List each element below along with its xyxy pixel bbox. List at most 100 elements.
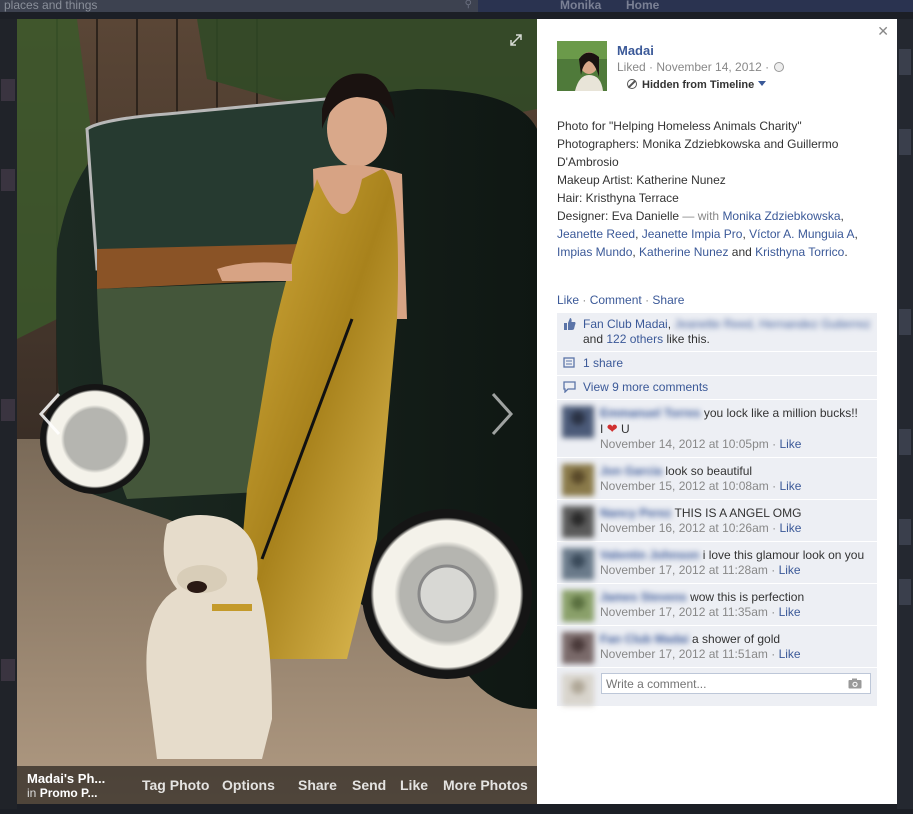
options-button[interactable]: Options [222,777,275,793]
commenter-avatar[interactable] [562,406,594,438]
send-button[interactable]: Send [352,777,386,793]
with-label: — with [682,209,720,223]
comment-like-link[interactable]: Like [779,563,801,577]
commenter-name-link[interactable]: Emmanuel Torres [600,406,700,420]
tagged-person-link[interactable]: Monika Zdziebkowska [722,209,840,223]
comment-like-link[interactable]: Like [779,521,801,535]
commenter-name-link[interactable]: Nancy Perez [600,506,671,520]
comment-text: I [600,422,604,436]
like-this-label: like this. [666,332,710,346]
hidden-from-timeline-dropdown[interactable]: Hidden from Timeline [627,79,767,91]
photo-image[interactable] [17,19,537,804]
album-name-link[interactable]: Promo P... [40,786,98,800]
next-photo-arrow-icon[interactable] [487,391,517,437]
comment-item: James Stevens wow this is perfection Nov… [557,584,877,626]
background-nav-home: Home [626,0,660,12]
view-more-comments-link[interactable]: View 9 more comments [583,380,708,394]
liker-link[interactable]: Fan Club Madai [583,317,668,331]
hidden-icon [627,79,637,89]
separator: · [771,605,776,619]
comment-text: i love this glamour look on you [702,548,865,562]
and-label: and [583,332,604,346]
camera-icon[interactable] [848,678,862,689]
post-meta-text: Liked · November 14, 2012 · [617,60,770,74]
tagged-person-link[interactable]: Kristhyna Torrico [755,245,844,259]
comment-timestamp[interactable]: November 16, 2012 at 10:26am [600,521,769,535]
background-search-text: places and things [4,0,98,12]
owner-name-link[interactable]: Madai [617,43,654,58]
separator: · [582,293,587,307]
tagged-person-link[interactable]: Jeanette Reed [557,227,635,241]
comment-like-link[interactable]: Like [779,479,801,493]
expand-icon[interactable] [509,33,523,47]
comment-like-link[interactable]: Like [779,605,801,619]
avatar[interactable] [557,41,607,91]
like-button[interactable]: Like [400,777,428,793]
like-link[interactable]: Like [557,293,579,307]
comment-like-link[interactable]: Like [779,647,801,661]
album-in-label: in [27,786,37,800]
caption-line: Designer: Eva Danielle [557,209,680,223]
comment-timestamp[interactable]: November 17, 2012 at 11:28am [600,563,768,577]
globe-icon [774,62,785,72]
comment-timestamp[interactable]: November 15, 2012 at 10:08am [600,479,769,493]
comment-like-link[interactable]: Like [779,437,801,451]
thumbs-up-icon [564,318,576,330]
commenter-avatar[interactable] [562,506,594,538]
album-owner-link[interactable]: Madai's Ph... [27,771,127,786]
commenter-name-link[interactable]: Jon Garcia [600,464,662,478]
tagged-person-link[interactable]: Impias Mundo [557,245,632,259]
separator: · [772,479,777,493]
photo-action-bar: Madai's Ph... in Promo P... Tag Photo Op… [17,766,537,804]
album-info: Madai's Ph... in Promo P... [27,771,127,801]
tagged-person-link[interactable]: Jeanette Impia Pro [642,227,743,241]
commenter-avatar[interactable] [562,632,594,664]
share-icon [563,357,575,368]
comment-timestamp[interactable]: November 14, 2012 at 10:05pm [600,437,769,451]
commenter-name-link[interactable]: Fan Club Madai [600,632,689,646]
and-label: and [731,245,752,259]
shares-link[interactable]: 1 share [583,356,623,370]
separator: · [771,647,776,661]
comment-timestamp[interactable]: November 17, 2012 at 11:51am [600,647,768,661]
view-more-row: View 9 more comments [557,376,877,400]
more-photos-button[interactable]: More Photos [443,777,528,793]
comment-item: Valentin Johnson i love this glamour loo… [557,542,877,584]
photo-caption: Photo for "Helping Homeless Animals Char… [557,117,877,261]
likes-row: Fan Club Madai, Jeanette Reed, Hernandez… [557,313,877,352]
caption-line: Photographers: Monika Zdziebkowska and G… [557,137,839,169]
previous-photo-arrow-icon[interactable] [35,391,65,437]
tagged-person-link[interactable]: Víctor A. Munguia A [749,227,854,241]
hidden-from-timeline-label: Hidden from Timeline [642,79,755,91]
separator: · [771,563,776,577]
commenter-name-link[interactable]: James Stevens [600,590,687,604]
comment-item: Nancy Perez THIS IS A ANGEL OMG November… [557,500,877,542]
photo-details-panel: ✕ Madai Liked · November 14, 2012 · Hidd… [537,19,897,804]
commenter-avatar[interactable] [562,548,594,580]
background-nav-profile: Monika [560,0,602,12]
comment-input[interactable] [601,673,871,694]
comment-item: Fan Club Madai a shower of gold November… [557,626,877,668]
close-icon[interactable]: ✕ [877,23,889,40]
tag-photo-button[interactable]: Tag Photo [142,777,209,793]
comment-text: look so beautiful [665,464,753,478]
commenter-avatar[interactable] [562,590,594,622]
others-link[interactable]: 122 others [606,332,663,346]
comment-text: THIS IS A ANGEL OMG [674,506,802,520]
photo-stage: Madai's Ph... in Promo P... Tag Photo Op… [17,19,537,804]
caption-line: Makeup Artist: Katherine Nunez [557,173,726,187]
heart-icon: ❤ [606,421,618,436]
comment-link[interactable]: Comment [590,293,642,307]
background-left-strip [0,19,17,809]
liker-names-blurred: Jeanette Reed, Hernandez Gutierrez [674,317,871,331]
share-button[interactable]: Share [298,777,337,793]
caption-line: Photo for "Helping Homeless Animals Char… [557,119,802,133]
caption-line: Hair: Kristhyna Terrace [557,191,679,205]
share-link[interactable]: Share [652,293,684,307]
commenter-name-link[interactable]: Valentin Johnson [600,548,699,562]
caret-down-icon [758,81,767,86]
separator: · [645,293,650,307]
comment-timestamp[interactable]: November 17, 2012 at 11:35am [600,605,768,619]
tagged-person-link[interactable]: Katherine Nunez [639,245,728,259]
commenter-avatar[interactable] [562,464,594,496]
